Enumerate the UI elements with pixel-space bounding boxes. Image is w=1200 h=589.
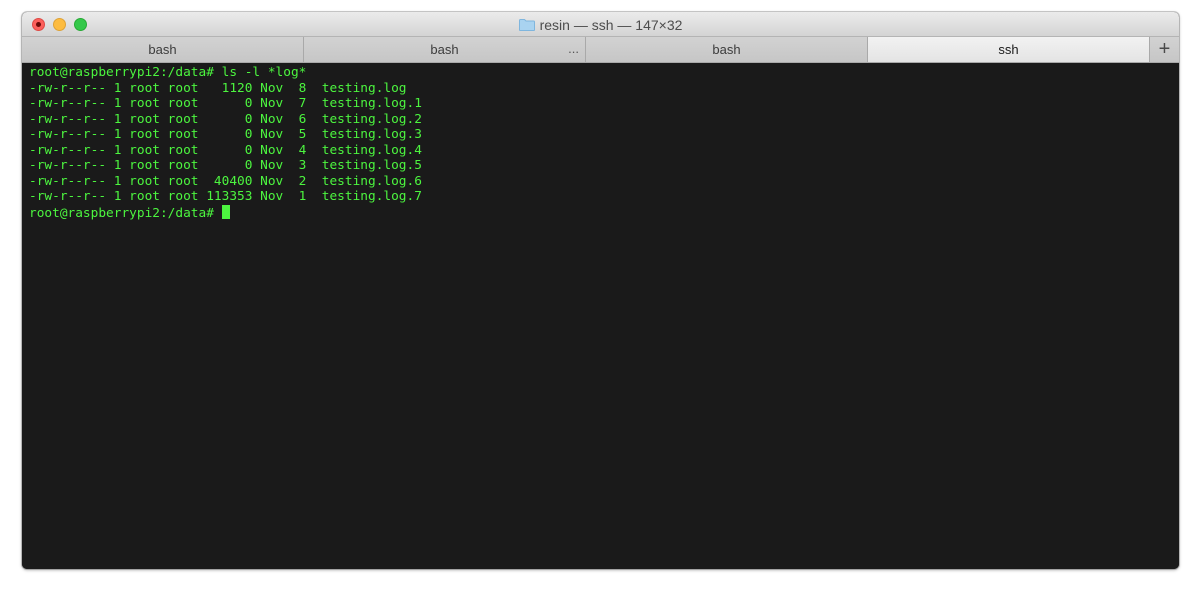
terminal-line: -rw-r--r-- 1 root root 0 Nov 5 testing.l…	[29, 127, 422, 142]
terminal-output[interactable]: root@raspberrypi2:/data# ls -l *log* -rw…	[22, 63, 1179, 569]
tab-bar: bash bash ... bash ssh +	[22, 37, 1179, 63]
window-title-area: resin — ssh — 147×32	[22, 12, 1179, 37]
tab-ssh[interactable]: ssh	[868, 37, 1150, 62]
tab-bash-3[interactable]: bash	[586, 37, 868, 62]
terminal-line: -rw-r--r-- 1 root root 113353 Nov 1 test…	[29, 189, 422, 204]
tab-label: bash	[430, 42, 459, 57]
terminal-line: -rw-r--r-- 1 root root 0 Nov 6 testing.l…	[29, 111, 422, 127]
terminal-line: root@raspberrypi2:/data# ls -l *log*	[29, 65, 307, 80]
tab-label: ssh	[998, 42, 1019, 57]
terminal-line: -rw-r--r-- 1 root root 1120 Nov 8 testin…	[29, 80, 407, 96]
activity-indicator: ...	[568, 41, 579, 56]
tab-bash-2[interactable]: bash ...	[304, 37, 586, 62]
prompt-line: root@raspberrypi2:/data#	[29, 204, 1179, 221]
plus-icon: +	[1158, 38, 1171, 60]
new-tab-button[interactable]: +	[1150, 37, 1179, 62]
terminal-window: resin — ssh — 147×32 bash bash ... bash …	[22, 12, 1179, 569]
text-cursor	[221, 204, 230, 219]
tab-label: bash	[712, 42, 741, 57]
window-title: resin — ssh — 147×32	[539, 16, 683, 33]
terminal-line: -rw-r--r-- 1 root root 0 Nov 3 testing.l…	[29, 158, 422, 173]
folder-icon	[518, 18, 535, 31]
shell-prompt: root@raspberrypi2:/data#	[29, 205, 222, 221]
terminal-line: -rw-r--r-- 1 root root 0 Nov 7 testing.l…	[29, 96, 422, 111]
terminal-line: -rw-r--r-- 1 root root 40400 Nov 2 testi…	[29, 173, 422, 189]
tab-label: bash	[148, 42, 177, 57]
tab-bash-1[interactable]: bash	[22, 37, 304, 62]
title-bar[interactable]: resin — ssh — 147×32	[22, 12, 1179, 37]
terminal-line: -rw-r--r-- 1 root root 0 Nov 4 testing.l…	[29, 142, 422, 158]
